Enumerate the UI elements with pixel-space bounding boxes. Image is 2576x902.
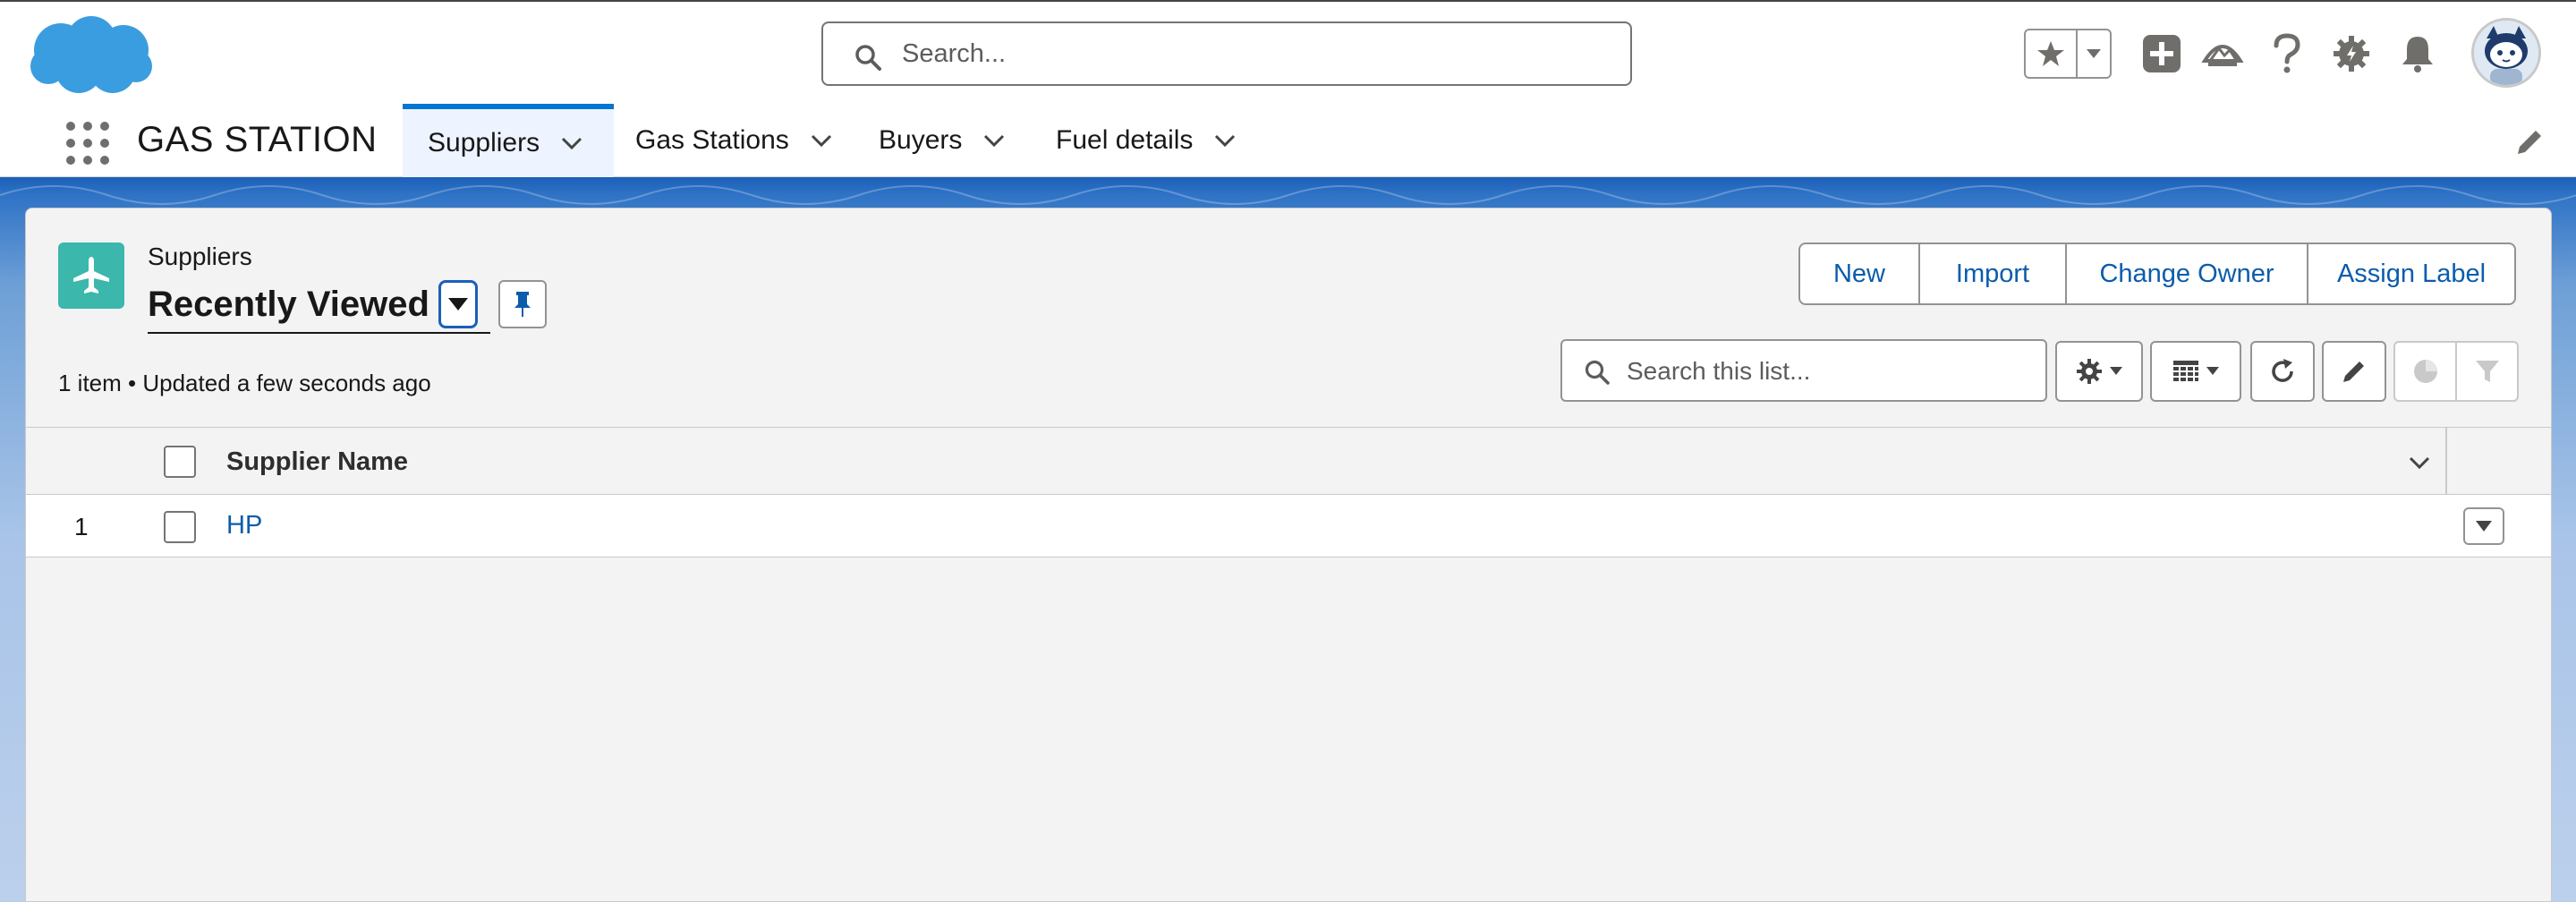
app-launcher-dot: [83, 122, 92, 131]
help-icon: [2274, 33, 2300, 73]
chevron-down-icon[interactable]: [1212, 128, 1237, 153]
caret-down-icon: [2206, 367, 2219, 375]
records-table: Supplier Name 1 HP: [26, 427, 2551, 557]
caret-down-icon: [447, 298, 468, 311]
list-search-placeholder: Search this list...: [1627, 357, 1811, 385]
search-icon: [855, 45, 881, 71]
object-label: Suppliers: [148, 243, 252, 270]
supplier-object-icon: [58, 243, 124, 309]
app-launcher-button[interactable]: [59, 116, 109, 165]
filter-icon: [2475, 361, 2499, 382]
notifications-button[interactable]: [2394, 30, 2441, 77]
table-icon: [2173, 361, 2198, 381]
chart-filter-button-group: [2393, 341, 2519, 402]
app-launcher-dot: [66, 139, 75, 148]
assign-label-button[interactable]: Assign Label: [2308, 244, 2514, 303]
refresh-button[interactable]: [2250, 341, 2315, 402]
display-as-button[interactable]: [2150, 341, 2241, 402]
nav-tab-suppliers[interactable]: Suppliers: [403, 104, 614, 177]
global-header: Search...: [0, 0, 2576, 104]
favorites-button-group: [2024, 29, 2112, 79]
app-launcher-dot: [66, 122, 75, 131]
pencil-icon: [2343, 362, 2364, 382]
nav-tab-buyers[interactable]: Buyers: [879, 104, 1007, 177]
global-search-box[interactable]: Search...: [821, 21, 1632, 86]
nav-tab-label: Buyers: [879, 125, 963, 155]
nav-tab-gas-stations[interactable]: Gas Stations: [635, 104, 834, 177]
app-name: GAS STATION: [137, 120, 378, 159]
nav-tab-label: Gas Stations: [635, 125, 789, 155]
notifications-bell-icon: [2402, 37, 2433, 72]
column-header-supplier-name[interactable]: Supplier Name: [226, 447, 408, 477]
pin-list-view-button[interactable]: [498, 280, 547, 328]
app-navigation-bar: GAS STATION Suppliers Gas Stations Buyer…: [0, 104, 2576, 177]
setup-button[interactable]: [2328, 30, 2375, 77]
table-row: 1 HP: [26, 495, 2551, 557]
import-button[interactable]: Import: [1920, 244, 2067, 303]
gear-icon: [2077, 359, 2102, 384]
astro-avatar-icon: [2474, 21, 2538, 85]
pin-icon: [514, 292, 531, 317]
list-view-selector[interactable]: Recently Viewed: [148, 277, 490, 334]
column-divider: [2445, 428, 2447, 496]
app-launcher-dot: [100, 122, 109, 131]
airplane-icon: [73, 257, 109, 294]
app-launcher-dot: [100, 139, 109, 148]
filters-button[interactable]: [2457, 343, 2517, 400]
row-actions-button[interactable]: [2463, 507, 2504, 545]
search-icon: [1585, 360, 1610, 385]
salesforce-cloud-logo[interactable]: [27, 11, 154, 97]
list-view-dropdown-button[interactable]: [438, 280, 478, 328]
favorite-star-button[interactable]: [2026, 30, 2078, 77]
app-launcher-dot: [66, 156, 75, 165]
trailhead-button[interactable]: [2199, 30, 2246, 77]
supplier-name-link[interactable]: HP: [226, 511, 262, 540]
list-view-card: Suppliers Recently Viewed 1 item • Updat…: [25, 208, 2552, 902]
list-status-text: 1 item • Updated a few seconds ago: [58, 370, 431, 396]
list-view-title: Recently Viewed: [148, 284, 429, 324]
change-owner-button[interactable]: Change Owner: [2067, 244, 2308, 303]
chevron-down-icon: [2087, 49, 2101, 58]
nav-tab-label: Suppliers: [428, 128, 540, 157]
app-launcher-dot: [83, 139, 92, 148]
app-launcher-dot: [100, 156, 109, 165]
list-action-buttons: New Import Change Owner Assign Label: [1798, 243, 2516, 305]
favorites-dropdown-button[interactable]: [2078, 30, 2110, 77]
chevron-down-icon[interactable]: [2406, 449, 2433, 476]
list-view-controls-button[interactable]: [2055, 341, 2143, 402]
charts-button[interactable]: [2395, 343, 2457, 400]
nav-tab-label: Fuel details: [1056, 125, 1194, 155]
new-button[interactable]: New: [1800, 244, 1920, 303]
chevron-down-icon[interactable]: [559, 131, 584, 156]
list-search-box[interactable]: Search this list...: [1560, 339, 2047, 402]
refresh-icon: [2272, 359, 2293, 382]
select-all-checkbox[interactable]: [164, 446, 196, 478]
nav-tab-fuel-details[interactable]: Fuel details: [1056, 104, 1237, 177]
favorite-star-icon: [2037, 41, 2064, 66]
trailhead-icon: [2201, 45, 2244, 66]
row-number: 1: [74, 513, 89, 540]
setup-gear-icon: [2334, 36, 2369, 72]
global-create-button[interactable]: [2138, 30, 2185, 77]
chevron-down-icon[interactable]: [982, 128, 1007, 153]
chevron-down-icon[interactable]: [809, 128, 834, 153]
caret-down-icon: [2476, 521, 2492, 532]
row-checkbox[interactable]: [164, 511, 196, 543]
inline-edit-button[interactable]: [2322, 341, 2386, 402]
pie-chart-icon: [2413, 360, 2437, 383]
global-search-placeholder: Search...: [902, 39, 1007, 68]
caret-down-icon: [2110, 367, 2122, 375]
user-avatar[interactable]: [2471, 18, 2541, 88]
table-header-row: Supplier Name: [26, 427, 2551, 496]
edit-nav-pencil-icon[interactable]: [2514, 127, 2545, 157]
help-button[interactable]: [2264, 30, 2310, 77]
app-launcher-dot: [83, 156, 92, 165]
plus-icon: [2143, 35, 2181, 72]
